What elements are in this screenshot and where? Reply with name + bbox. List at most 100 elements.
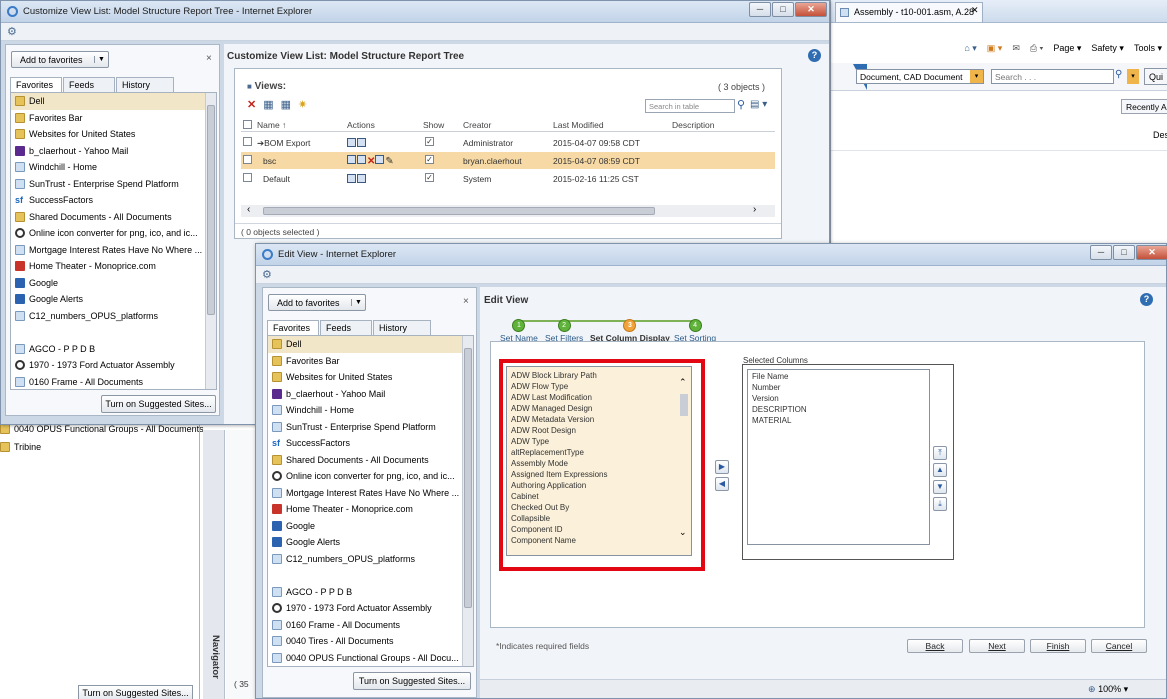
favorite-item[interactable]: Online icon converter for png, ico, and … <box>11 225 216 242</box>
delete-icon[interactable]: ✕ <box>247 98 256 111</box>
available-column-item[interactable]: ADW Metadata Version <box>507 414 691 425</box>
search-icon[interactable]: ⚲ <box>1115 69 1127 84</box>
available-column-item[interactable]: ADW Block Library Path <box>507 370 691 381</box>
edit-icon[interactable]: ✎ <box>385 156 393 167</box>
show-checkbox[interactable] <box>425 155 434 164</box>
recently-accessed-button[interactable]: Recently A <box>1121 99 1167 114</box>
favorite-item[interactable]: 0160 Frame - All Documents <box>11 374 216 390</box>
list-item[interactable]: 0040 OPUS Functional Groups - All Docume… <box>0 424 204 434</box>
feeds-icon[interactable]: ▣ ▾ <box>987 43 1003 54</box>
search-input[interactable]: Search . . . <box>991 69 1114 84</box>
search-in-table-input[interactable]: Search in table <box>645 99 735 113</box>
row-actions[interactable]: ✕ ✎ <box>347 155 394 167</box>
scrollbar[interactable]: ⌃ ⌄ <box>677 367 691 555</box>
maximize-button[interactable]: □ <box>1113 245 1135 260</box>
row-name[interactable]: bsc <box>263 156 276 166</box>
suggested-sites-button-bg[interactable]: Turn on Suggested Sites... <box>78 685 193 699</box>
available-column-item[interactable]: Checked Out By <box>507 502 691 513</box>
menu-safety[interactable]: Safety ▾ <box>1091 43 1124 54</box>
row-checkbox[interactable] <box>243 155 252 164</box>
quick-button[interactable]: Qui <box>1144 68 1167 85</box>
help-icon[interactable]: ? <box>1140 293 1153 306</box>
close-button[interactable]: ✕ <box>795 2 827 17</box>
available-column-item[interactable]: Assembly Mode <box>507 458 691 469</box>
selected-column-item[interactable]: MATERIAL <box>748 415 929 426</box>
favorite-item[interactable]: Google Alerts <box>268 534 473 551</box>
close-button[interactable]: ✕ <box>1136 245 1167 260</box>
scrollbar[interactable] <box>205 93 216 389</box>
doc-type-select[interactable]: Document, CAD Document ▾ <box>856 69 984 84</box>
available-column-item[interactable]: ADW Flow Type <box>507 381 691 392</box>
favorite-item[interactable]: Google Alerts <box>11 291 216 308</box>
favorite-item[interactable]: C12_numbers_OPUS_platforms <box>11 308 216 325</box>
minimize-button[interactable]: ─ <box>1090 245 1112 260</box>
add-to-favorites-button[interactable]: Add to favorites ▼ <box>11 51 109 68</box>
search-options-icon[interactable]: ▾ <box>1127 69 1139 84</box>
close-icon[interactable]: × <box>463 296 469 307</box>
col-name[interactable]: Name ↑ <box>257 120 286 130</box>
available-column-item[interactable]: Assigned Item Expressions <box>507 469 691 480</box>
favorite-item[interactable]: Windchill - Home <box>268 402 473 419</box>
print-icon[interactable]: ⎙ ▾ <box>1030 43 1043 54</box>
new-view-icon[interactable]: ✷ <box>298 98 307 111</box>
tab-history[interactable]: History <box>373 320 431 335</box>
tab-feeds[interactable]: Feeds <box>63 77 115 92</box>
home-icon[interactable]: ⌂ ▾ <box>964 43 976 54</box>
favorite-item[interactable]: Websites for United States <box>268 369 473 386</box>
favorite-item[interactable]: Dell <box>268 336 473 353</box>
suggested-sites-button[interactable]: Turn on Suggested Sites... <box>353 672 471 690</box>
move-bottom-button[interactable]: ⤓ <box>933 497 947 511</box>
favorite-item[interactable]: SunTrust - Enterprise Spend Platform <box>11 176 216 193</box>
available-column-item[interactable]: ADW Root Design <box>507 425 691 436</box>
add-to-favorites-button[interactable]: Add to favorites ▼ <box>268 294 366 311</box>
favorite-item[interactable]: Google <box>268 518 473 535</box>
favorite-item[interactable]: sf SuccessFactors <box>268 435 473 452</box>
list-item[interactable]: Tribine <box>0 442 41 452</box>
scroll-left-icon[interactable]: ‹ <box>247 204 250 215</box>
mail-icon[interactable]: ✉ <box>1012 43 1020 54</box>
favorite-item[interactable]: Mortgage Interest Rates Have No Where ..… <box>268 485 473 502</box>
favorite-item[interactable]: Shared Documents - All Documents <box>268 452 473 469</box>
finish-button[interactable]: Finish <box>1030 639 1086 653</box>
favorite-item[interactable]: 1970 - 1973 Ford Actuator Assembly <box>268 600 473 617</box>
tab-feeds[interactable]: Feeds <box>320 320 372 335</box>
selected-columns-list[interactable]: File Name Number Version DESCRIPTION MATERIA… <box>747 369 930 545</box>
add-column-button[interactable]: ▶ <box>715 460 729 474</box>
favorite-item[interactable]: Websites for United States <box>11 126 216 143</box>
col-actions[interactable]: Actions <box>347 120 375 130</box>
minimize-button[interactable]: ─ <box>749 2 771 17</box>
navigator-panel[interactable]: Navigator <box>203 430 225 699</box>
collapse-icon[interactable]: ■ <box>247 82 252 91</box>
row-checkbox[interactable] <box>243 137 252 146</box>
favorite-item[interactable]: b_claerhout - Yahoo Mail <box>11 143 216 160</box>
available-columns-list[interactable]: ADW Block Library Path ADW Flow Type ADW L… <box>506 366 692 556</box>
delete-icon[interactable]: ✕ <box>367 156 375 167</box>
available-column-item[interactable]: Authoring Application <box>507 480 691 491</box>
search-icon[interactable]: ⚲ <box>737 98 745 111</box>
tab-history[interactable]: History <box>116 77 174 92</box>
col-show[interactable]: Show <box>423 120 444 130</box>
copy-icon[interactable]: ▦ <box>263 98 273 111</box>
next-button[interactable]: Next <box>969 639 1025 653</box>
favorite-item[interactable]: 0040 OPUS Functional Groups - All Docu..… <box>268 650 473 667</box>
row-actions[interactable] <box>347 174 367 185</box>
selected-column-item[interactable]: Version <box>748 393 929 404</box>
available-column-item[interactable]: Component Name <box>507 535 691 546</box>
gear-icon[interactable]: ⚙ <box>262 268 272 281</box>
available-column-item[interactable]: altReplacementType <box>507 447 691 458</box>
tab-favorites[interactable]: Favorites <box>267 320 319 335</box>
show-checkbox[interactable] <box>425 173 434 182</box>
move-down-button[interactable]: ▼ <box>933 480 947 494</box>
suggested-sites-button[interactable]: Turn on Suggested Sites... <box>101 395 216 413</box>
row-name[interactable]: BOM Export <box>264 138 310 148</box>
available-column-item[interactable]: Cabinet <box>507 491 691 502</box>
scrollbar[interactable] <box>462 336 473 666</box>
available-column-item[interactable]: ADW Type <box>507 436 691 447</box>
favorite-item[interactable]: Favorites Bar <box>11 110 216 127</box>
selected-column-item[interactable]: Number <box>748 382 929 393</box>
available-column-item[interactable]: ADW Managed Design <box>507 403 691 414</box>
favorite-item[interactable]: Home Theater - Monoprice.com <box>268 501 473 518</box>
available-column-item[interactable]: Collapsible <box>507 513 691 524</box>
favorite-item[interactable]: 0040 Tires - All Documents <box>268 633 473 650</box>
paste-icon[interactable]: ▦ <box>281 98 291 111</box>
